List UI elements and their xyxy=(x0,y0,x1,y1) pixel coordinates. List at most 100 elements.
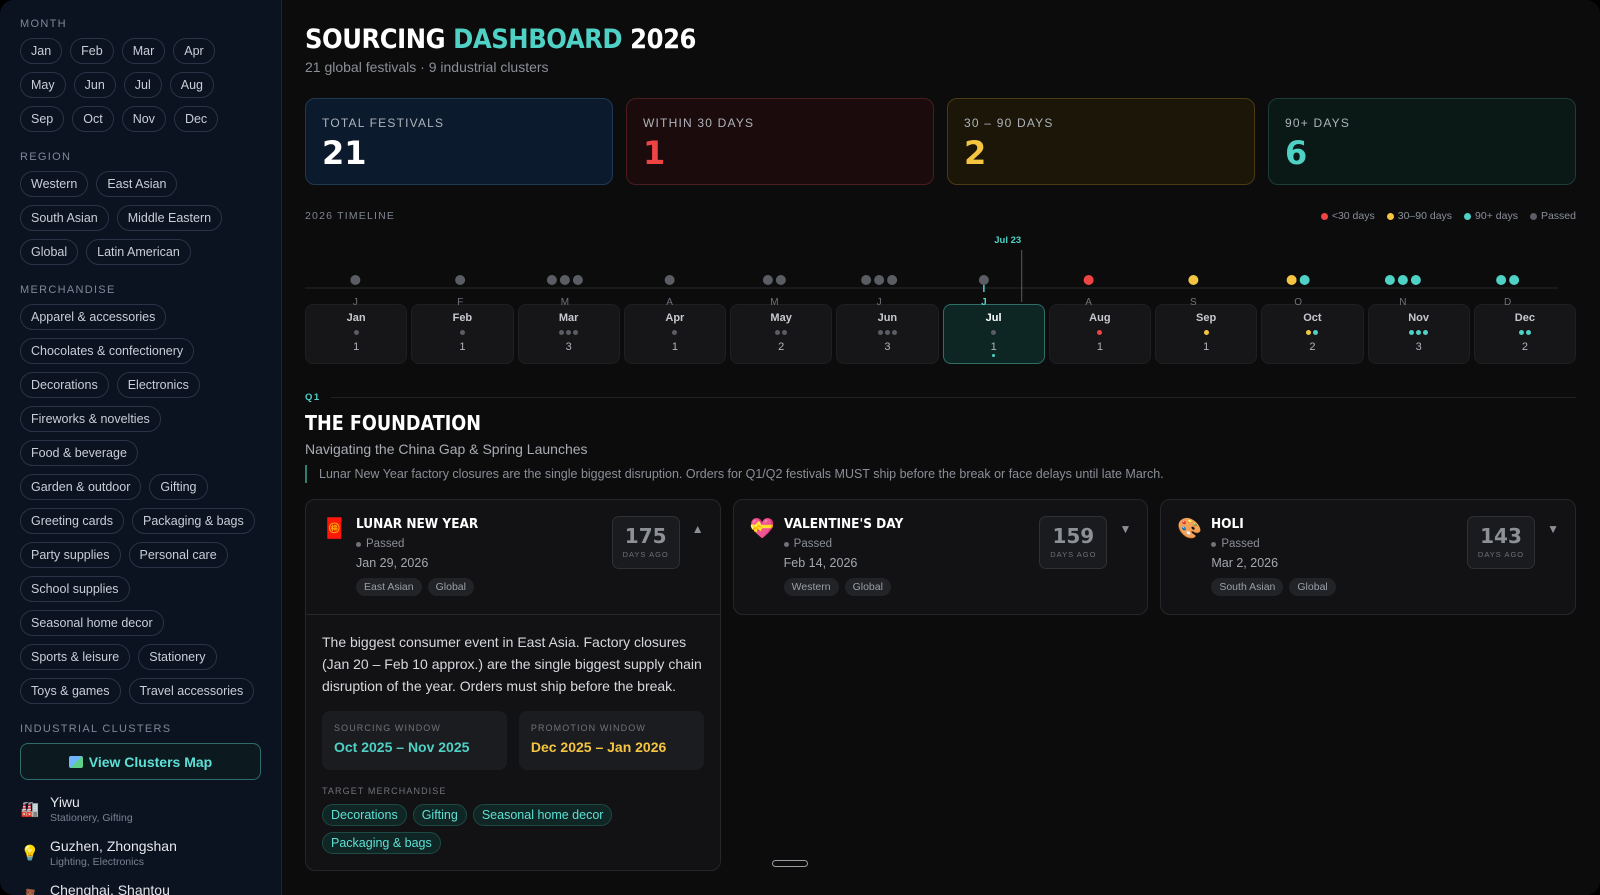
target-merch-tag[interactable]: Seasonal home decor xyxy=(472,804,613,826)
palette-icon: 🎨 xyxy=(1177,518,1203,540)
merch-chip-decorations[interactable]: Decorations xyxy=(20,372,109,398)
timeline-point xyxy=(455,275,466,285)
festival-card[interactable]: 🎨 HOLI Passed Mar 2, 2026 South Asian Global 1… xyxy=(1160,499,1577,615)
month-chip-nov[interactable]: Nov xyxy=(121,106,166,132)
scroll-indicator[interactable] xyxy=(772,860,808,867)
view-clusters-map-label: View Clusters Map xyxy=(88,753,213,770)
month-card-count: 1 xyxy=(990,341,997,353)
month-card-dots xyxy=(837,328,937,337)
view-clusters-map-button[interactable]: View Clusters Map xyxy=(20,743,261,780)
timeline-axis-letter: M xyxy=(561,297,569,308)
festival-card-header[interactable]: 🎨 HOLI Passed Mar 2, 2026 South Asian Global 1… xyxy=(1161,500,1575,614)
region-tag: Global xyxy=(1289,578,1336,596)
merch-chip-sports-leisure[interactable]: Sports & leisure xyxy=(20,644,131,670)
merch-chip-packaging-bags[interactable]: Packaging & bags xyxy=(131,508,255,534)
title-part: SOURCING xyxy=(305,24,454,55)
merch-chip-personal-care[interactable]: Personal care xyxy=(128,542,228,568)
merch-chip-party-supplies[interactable]: Party supplies xyxy=(20,542,121,568)
cluster-item[interactable]: 🧸 Chenghai, ShantouToys & Games xyxy=(20,882,261,895)
festival-card-header[interactable]: 💝 VALENTINE'S DAY Passed Feb 14, 2026 Wester… xyxy=(734,500,1148,614)
stats-row: TOTAL FESTIVALS 21 WITHIN 30 DAYS 1 30 –… xyxy=(305,98,1576,185)
cluster-item[interactable]: 🏭 Yiwu Stationery, Gifting xyxy=(20,794,261,824)
month-card-dots xyxy=(944,328,1044,337)
timeline-point xyxy=(978,275,989,285)
month-card-dots xyxy=(625,328,725,337)
merch-chip-food-beverage[interactable]: Food & beverage xyxy=(20,440,138,466)
stat-value: 1 xyxy=(643,134,666,172)
cluster-item[interactable]: 💡 Guzhen, Zhongshan Lighting, Electronics xyxy=(20,838,261,868)
legend-label: Passed xyxy=(1540,210,1576,222)
region-chip-east-asian[interactable]: East Asian xyxy=(96,171,178,197)
days-count: 143 xyxy=(1480,524,1522,548)
region-chip-middle-eastern[interactable]: Middle Eastern xyxy=(116,205,223,231)
month-chip-oct[interactable]: Oct xyxy=(72,106,114,132)
days-count: 159 xyxy=(1052,524,1095,548)
stat-30-90-days[interactable]: 30 – 90 DAYS 2 xyxy=(947,98,1255,185)
merch-chip-travel-accessories[interactable]: Travel accessories xyxy=(128,678,255,704)
merch-chip-fireworks-novelties[interactable]: Fireworks & novelties xyxy=(20,406,161,432)
festival-tags: East Asian Global xyxy=(356,578,492,596)
festival-date: Feb 14, 2026 xyxy=(783,556,858,570)
festival-dot xyxy=(891,330,897,335)
month-chip-dec[interactable]: Dec xyxy=(173,106,219,132)
target-merchandise-label: TARGET MERCHANDISE xyxy=(322,786,447,796)
month-chip-jul[interactable]: Jul xyxy=(123,72,162,98)
month-chip-mar[interactable]: Mar xyxy=(121,38,166,64)
main-content: SOURCING DASHBOARD 2026 21 global festiv… xyxy=(282,0,1600,895)
merch-chip-garden-outdoor[interactable]: Garden & outdoor xyxy=(20,474,142,500)
timeline-point xyxy=(1509,275,1520,285)
festival-card[interactable]: 💝 VALENTINE'S DAY Passed Feb 14, 2026 Wester… xyxy=(732,499,1149,615)
month-chip-aug[interactable]: Aug xyxy=(169,72,215,98)
month-chip-apr[interactable]: Apr xyxy=(173,38,215,64)
stat-total-festivals[interactable]: TOTAL FESTIVALS 21 xyxy=(305,98,613,185)
month-chip-jun[interactable]: Jun xyxy=(73,72,116,98)
festival-name: HOLI xyxy=(1211,516,1245,532)
merch-chip-stationery[interactable]: Stationery xyxy=(138,644,217,670)
merch-chip-greeting-cards[interactable]: Greeting cards xyxy=(20,508,124,534)
cluster-text: Guzhen, Zhongshan Lighting, Electronics xyxy=(50,838,177,868)
chevron-up-icon[interactable]: ▲ xyxy=(692,522,704,536)
month-chip-feb[interactable]: Feb xyxy=(70,38,114,64)
status-dot xyxy=(783,541,789,547)
sidebar: MONTH Jan Feb Mar Apr May Jun Jul Aug Sep Oct Nov D… xyxy=(0,0,282,895)
region-chip-latin-american[interactable]: Latin American xyxy=(86,239,191,265)
stat-label: TOTAL FESTIVALS xyxy=(322,116,445,130)
festival-card-header[interactable]: 🧧 LUNAR NEW YEAR Passed Jan 29, 2026 East As… xyxy=(306,500,720,614)
month-card-count: 3 xyxy=(884,341,891,353)
festival-dot xyxy=(559,330,565,335)
timeline-point xyxy=(1299,275,1310,285)
page-subtitle: 21 global festivals · 9 industrial clust… xyxy=(305,59,549,75)
month-chip-sep[interactable]: Sep xyxy=(20,106,65,132)
month-chip-jan[interactable]: Jan xyxy=(20,38,63,64)
merch-chip-chocolates-confectionery[interactable]: Chocolates & confectionery xyxy=(20,338,195,364)
promotion-window-value: Dec 2025 – Jan 2026 xyxy=(530,739,667,755)
promotion-window: PROMOTION WINDOW Dec 2025 – Jan 2026 xyxy=(518,711,704,770)
merch-chip-school-supplies[interactable]: School supplies xyxy=(20,576,130,602)
festival-date: Mar 2, 2026 xyxy=(1211,556,1279,570)
stat-within-30-days[interactable]: WITHIN 30 DAYS 1 xyxy=(626,98,934,185)
legend-item: Passed xyxy=(1529,210,1576,222)
month-card-dots xyxy=(412,328,512,337)
merch-chip-gifting[interactable]: Gifting xyxy=(149,474,208,500)
merch-chip-seasonal-home-decor[interactable]: Seasonal home decor xyxy=(20,610,164,636)
region-chip-south-asian[interactable]: South Asian xyxy=(20,205,109,231)
month-card-count: 3 xyxy=(1415,341,1422,353)
festival-dot xyxy=(1423,330,1429,335)
merch-chip-toys-games[interactable]: Toys & games xyxy=(20,678,121,704)
chevron-down-icon[interactable]: ▼ xyxy=(1547,522,1559,536)
target-merch-tag[interactable]: Gifting xyxy=(412,804,467,826)
target-merch-tag[interactable]: Packaging & bags xyxy=(322,832,441,854)
target-merch-tag[interactable]: Decorations xyxy=(322,804,407,826)
month-chip-may[interactable]: May xyxy=(20,72,66,98)
merch-chip-electronics[interactable]: Electronics xyxy=(116,372,200,398)
stat-90-plus-days[interactable]: 90+ DAYS 6 xyxy=(1268,98,1576,185)
region-tag: Western xyxy=(783,578,839,596)
timeline-point xyxy=(1496,275,1507,285)
festival-card[interactable]: 🧧 LUNAR NEW YEAR Passed Jan 29, 2026 East As… xyxy=(305,499,721,871)
chevron-down-icon[interactable]: ▼ xyxy=(1119,522,1131,536)
region-chip-western[interactable]: Western xyxy=(20,171,89,197)
month-filter-title: MONTH xyxy=(20,18,67,30)
region-chip-global[interactable]: Global xyxy=(20,239,79,265)
days-count: 175 xyxy=(624,524,667,548)
merch-chip-apparel-accessories[interactable]: Apparel & accessories xyxy=(20,304,167,330)
